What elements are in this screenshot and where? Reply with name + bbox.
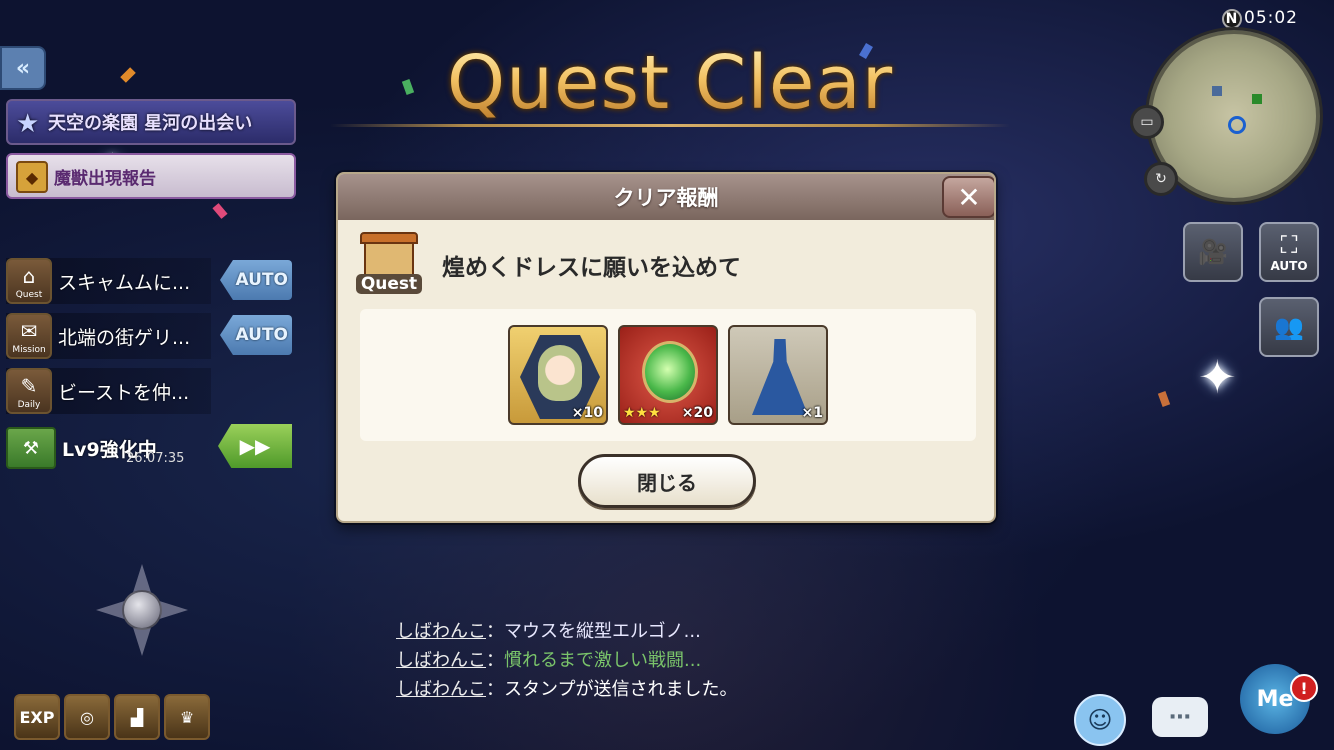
reward-qty: ×10 bbox=[571, 405, 603, 421]
reward-qty: ×1 bbox=[801, 405, 823, 421]
close-button[interactable]: 閉じる bbox=[578, 454, 756, 508]
orb-icon bbox=[642, 341, 698, 403]
chat-message: スタンプが送信されました。 bbox=[504, 679, 738, 700]
video-camera-icon: 🎥 bbox=[1198, 238, 1228, 266]
exp-button[interactable]: EXP bbox=[14, 694, 60, 740]
auto-camera-icon: ⛶ bbox=[1280, 231, 1298, 259]
time-display: 05:02 bbox=[1244, 8, 1298, 28]
fast-forward-button[interactable]: ▶▶ bbox=[218, 424, 292, 468]
task-label: 北端の街ゲリ... bbox=[58, 326, 191, 349]
quest-clear-banner: Quest Clear bbox=[330, 40, 1010, 140]
quest-icon-label: Quest bbox=[356, 274, 422, 294]
character-portrait bbox=[538, 345, 582, 401]
map-rotate-button[interactable]: ↻ bbox=[1144, 162, 1178, 196]
mission-icon: ✉ Mission bbox=[6, 313, 52, 359]
auto-label: AUTO bbox=[1270, 259, 1308, 273]
chat-user[interactable]: しばわんこ bbox=[396, 621, 486, 642]
bottom-left-toolbar: EXP ◎ ▟ ♛ bbox=[14, 694, 210, 740]
stamp-button[interactable]: ☺ bbox=[1074, 694, 1126, 746]
quest-banner[interactable]: ★ 天空の楽園 星河の出会い bbox=[6, 99, 296, 145]
chat-line: しばわんこ：マウスを縦型エルゴノ... bbox=[396, 621, 701, 642]
mission-banner[interactable]: ◆ 魔獣出現報告 bbox=[6, 153, 296, 199]
quest-icon: ⌂ Quest bbox=[6, 258, 52, 304]
me-label: Me bbox=[1256, 686, 1294, 712]
star-icon: ★ bbox=[16, 109, 40, 139]
quest-banner-label: 天空の楽園 星河の出会い bbox=[48, 113, 253, 134]
sparkle-icon: ✦ bbox=[1198, 350, 1237, 404]
chat-log: しばわんこ：マウスを縦型エルゴノ... しばわんこ：慣れるまで激しい戦闘... … bbox=[396, 617, 737, 704]
quest-icon: Quest bbox=[356, 232, 422, 298]
virtual-joystick[interactable] bbox=[96, 564, 188, 656]
enhance-timer: 26:07:35 bbox=[126, 451, 185, 466]
daily-icon: ✎ Daily bbox=[6, 368, 52, 414]
task-label: スキャムムに... bbox=[58, 271, 191, 294]
auto-button-mission[interactable]: AUTO bbox=[220, 315, 292, 355]
chat-message: マウスを縦型エルゴノ... bbox=[504, 621, 701, 642]
auto-button-quest[interactable]: AUTO bbox=[220, 260, 292, 300]
map-toggle-button[interactable]: ▭ bbox=[1130, 105, 1164, 139]
collapse-panel-button[interactable]: « bbox=[0, 46, 46, 90]
page-title: Quest Clear bbox=[330, 40, 1010, 126]
task-label: ビーストを仲... bbox=[58, 381, 190, 404]
chat-message: 慣れるまで激しい戦闘... bbox=[504, 650, 702, 671]
enhance-status[interactable]: ⚒ Lv9強化中 26:07:35 bbox=[6, 426, 206, 470]
group-icon: 👥 bbox=[1274, 313, 1304, 341]
close-icon[interactable]: ✕ bbox=[942, 176, 994, 218]
workshop-icon: ⚒ bbox=[6, 427, 56, 469]
clock: N 05:02 bbox=[1222, 8, 1298, 29]
double-chevron-left-icon: « bbox=[15, 55, 31, 81]
task-row-mission[interactable]: ✉ Mission 北端の街ゲリ... bbox=[6, 313, 211, 359]
mission-banner-label: 魔獣出現報告 bbox=[54, 168, 156, 189]
speech-bubble-icon: ⋯ bbox=[1169, 704, 1191, 730]
dress-icon bbox=[752, 339, 808, 415]
fast-forward-icon: ▶▶ bbox=[239, 434, 271, 458]
rotate-icon: ↻ bbox=[1155, 171, 1167, 187]
crown-icon[interactable]: ♛ bbox=[164, 694, 210, 740]
compass-north-icon: N bbox=[1222, 9, 1242, 29]
chat-user[interactable]: しばわんこ bbox=[396, 650, 486, 671]
confetti bbox=[212, 203, 228, 219]
joystick-knob[interactable] bbox=[122, 590, 162, 630]
chat-button[interactable]: ⋯ bbox=[1152, 697, 1208, 737]
player-marker-icon bbox=[1228, 116, 1246, 134]
auto-camera-button[interactable]: ⛶ AUTO bbox=[1259, 222, 1319, 282]
fox-mask-icon: ◆ bbox=[16, 161, 48, 193]
quest-name: 煌めくドレスに願いを込めて bbox=[442, 255, 741, 281]
confetti bbox=[120, 67, 136, 83]
clear-reward-dialog: クリア報酬 ✕ Quest 煌めくドレスに願いを込めて ×10 ★★★ ×20 … bbox=[336, 172, 996, 523]
chat-user[interactable]: しばわんこ bbox=[396, 679, 486, 700]
coin-icon[interactable]: ◎ bbox=[64, 694, 110, 740]
party-button[interactable]: 👥 bbox=[1259, 297, 1319, 357]
rarity-stars: ★★★ bbox=[623, 405, 661, 421]
chat-line: しばわんこ：慣れるまで激しい戦闘... bbox=[396, 650, 702, 671]
map-icon: ▭ bbox=[1140, 114, 1154, 130]
chat-line: しばわんこ：スタンプが送信されました。 bbox=[396, 679, 738, 700]
task-row-quest[interactable]: ⌂ Quest スキャムムに... bbox=[6, 258, 211, 304]
confetti bbox=[1157, 391, 1171, 407]
boot-icon[interactable]: ▟ bbox=[114, 694, 160, 740]
smiley-icon: ☺ bbox=[1087, 706, 1113, 734]
alert-icon: ! bbox=[1290, 674, 1318, 702]
reward-qty: ×20 bbox=[681, 405, 713, 421]
camera-button[interactable]: 🎥 bbox=[1183, 222, 1243, 282]
reward-list: ×10 ★★★ ×20 ×1 bbox=[360, 309, 976, 441]
reward-item-dress[interactable]: ×1 bbox=[728, 325, 828, 425]
dialog-header: クリア報酬 bbox=[338, 174, 994, 220]
task-row-daily[interactable]: ✎ Daily ビーストを仲... bbox=[6, 368, 211, 414]
reward-item-character[interactable]: ×10 bbox=[508, 325, 608, 425]
reward-item-orb[interactable]: ★★★ ×20 bbox=[618, 325, 718, 425]
